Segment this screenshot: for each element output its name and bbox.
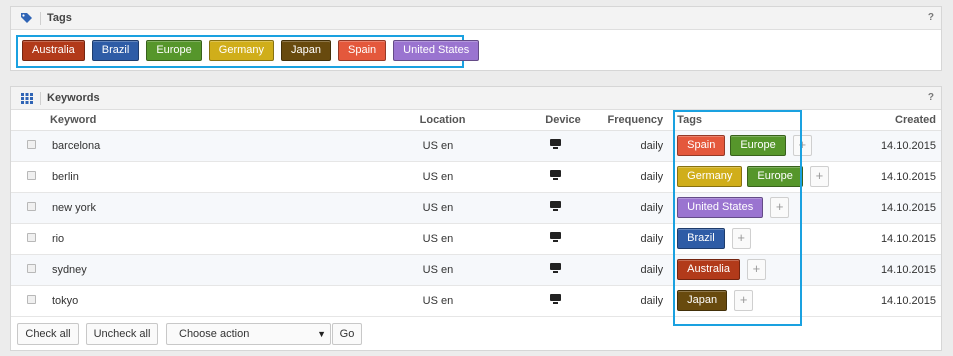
uncheck-all-button[interactable]: Uncheck all [86,323,158,345]
keyword-cell: tokyo [49,285,420,317]
desktop-monitor-icon [550,263,562,273]
created-cell: 14.10.2015 [836,223,941,255]
row-checkbox[interactable] [27,170,36,180]
add-tag-button[interactable]: + [809,166,829,187]
action-select[interactable]: Choose action ▼ [166,323,331,345]
location-cell: US en [419,192,546,224]
desktop-monitor-icon [550,232,562,242]
location-cell: US en [419,254,546,286]
desktop-monitor-icon [550,201,562,211]
tag-chip-united-states[interactable]: United States [393,40,480,61]
tag-chip-brazil[interactable]: Brazil [91,40,140,61]
help-icon[interactable]: ? [928,12,934,23]
tag-chip-japan[interactable]: Japan [281,40,332,61]
device-cell [545,130,603,162]
tag-chip-spain[interactable]: Spain [338,40,387,61]
row-checkbox[interactable] [27,232,36,242]
frequency-cell: daily [602,285,674,317]
column-device[interactable]: Device [545,110,603,131]
tags-panel-title: Tags [47,12,72,24]
tag-chip-germany[interactable]: Germany [208,40,275,61]
column-keyword[interactable]: Keyword [49,110,420,131]
row-checkbox-cell [11,130,50,162]
desktop-monitor-icon [550,170,562,180]
keywords-panel-header: Keywords ? [11,87,941,110]
frequency-cell: daily [602,130,674,162]
device-cell [545,285,603,317]
tags-column-highlight-box [673,110,802,326]
device-cell [545,192,603,224]
created-cell: 14.10.2015 [836,130,941,162]
device-cell [545,254,603,286]
header-checkbox-cell [11,110,50,131]
device-cell [545,161,603,193]
tag-chip-europe[interactable]: Europe [146,40,202,61]
help-icon[interactable]: ? [928,92,934,103]
created-cell: 14.10.2015 [836,285,941,317]
tag-list: Australia Brazil Europe Germany Japan Spain Un… [22,40,486,63]
keyword-cell: rio [49,223,420,255]
keyword-cell: berlin [49,161,420,193]
location-cell: US en [419,285,546,317]
row-checkbox-cell [11,223,50,255]
tag-icon [21,13,32,23]
chevron-down-icon: ▼ [317,329,326,339]
keyword-cell: sydney [49,254,420,286]
row-checkbox[interactable] [27,263,36,273]
column-frequency[interactable]: Frequency [602,110,674,131]
location-cell: US en [419,223,546,255]
created-cell: 14.10.2015 [836,161,941,193]
frequency-cell: daily [602,192,674,224]
row-checkbox-cell [11,161,50,193]
frequency-cell: daily [602,254,674,286]
keyword-cell: new york [49,192,420,224]
row-checkbox[interactable] [27,294,36,304]
header-divider [40,12,41,25]
keywords-panel: Keywords ? Keyword Location Device Frequ… [10,86,942,351]
keyword-cell: barcelona [49,130,420,162]
column-created[interactable]: Created [836,110,941,131]
tags-panel-header: Tags ? [11,7,941,30]
go-button[interactable]: Go [332,323,362,345]
frequency-cell: daily [602,223,674,255]
row-checkbox[interactable] [27,201,36,211]
desktop-monitor-icon [550,139,562,149]
row-checkbox-cell [11,254,50,286]
action-select-value: Choose action [179,328,250,340]
frequency-cell: daily [602,161,674,193]
column-location[interactable]: Location [419,110,546,131]
check-all-button[interactable]: Check all [17,323,79,345]
header-divider [40,92,41,105]
device-cell [545,223,603,255]
row-checkbox[interactable] [27,139,36,149]
row-checkbox-cell [11,192,50,224]
created-cell: 14.10.2015 [836,254,941,286]
tag-chip-australia[interactable]: Australia [22,40,85,61]
created-cell: 14.10.2015 [836,192,941,224]
location-cell: US en [419,161,546,193]
row-checkbox-cell [11,285,50,317]
keywords-panel-title: Keywords [47,92,100,104]
grid-icon [21,93,33,104]
desktop-monitor-icon [550,294,562,304]
location-cell: US en [419,130,546,162]
